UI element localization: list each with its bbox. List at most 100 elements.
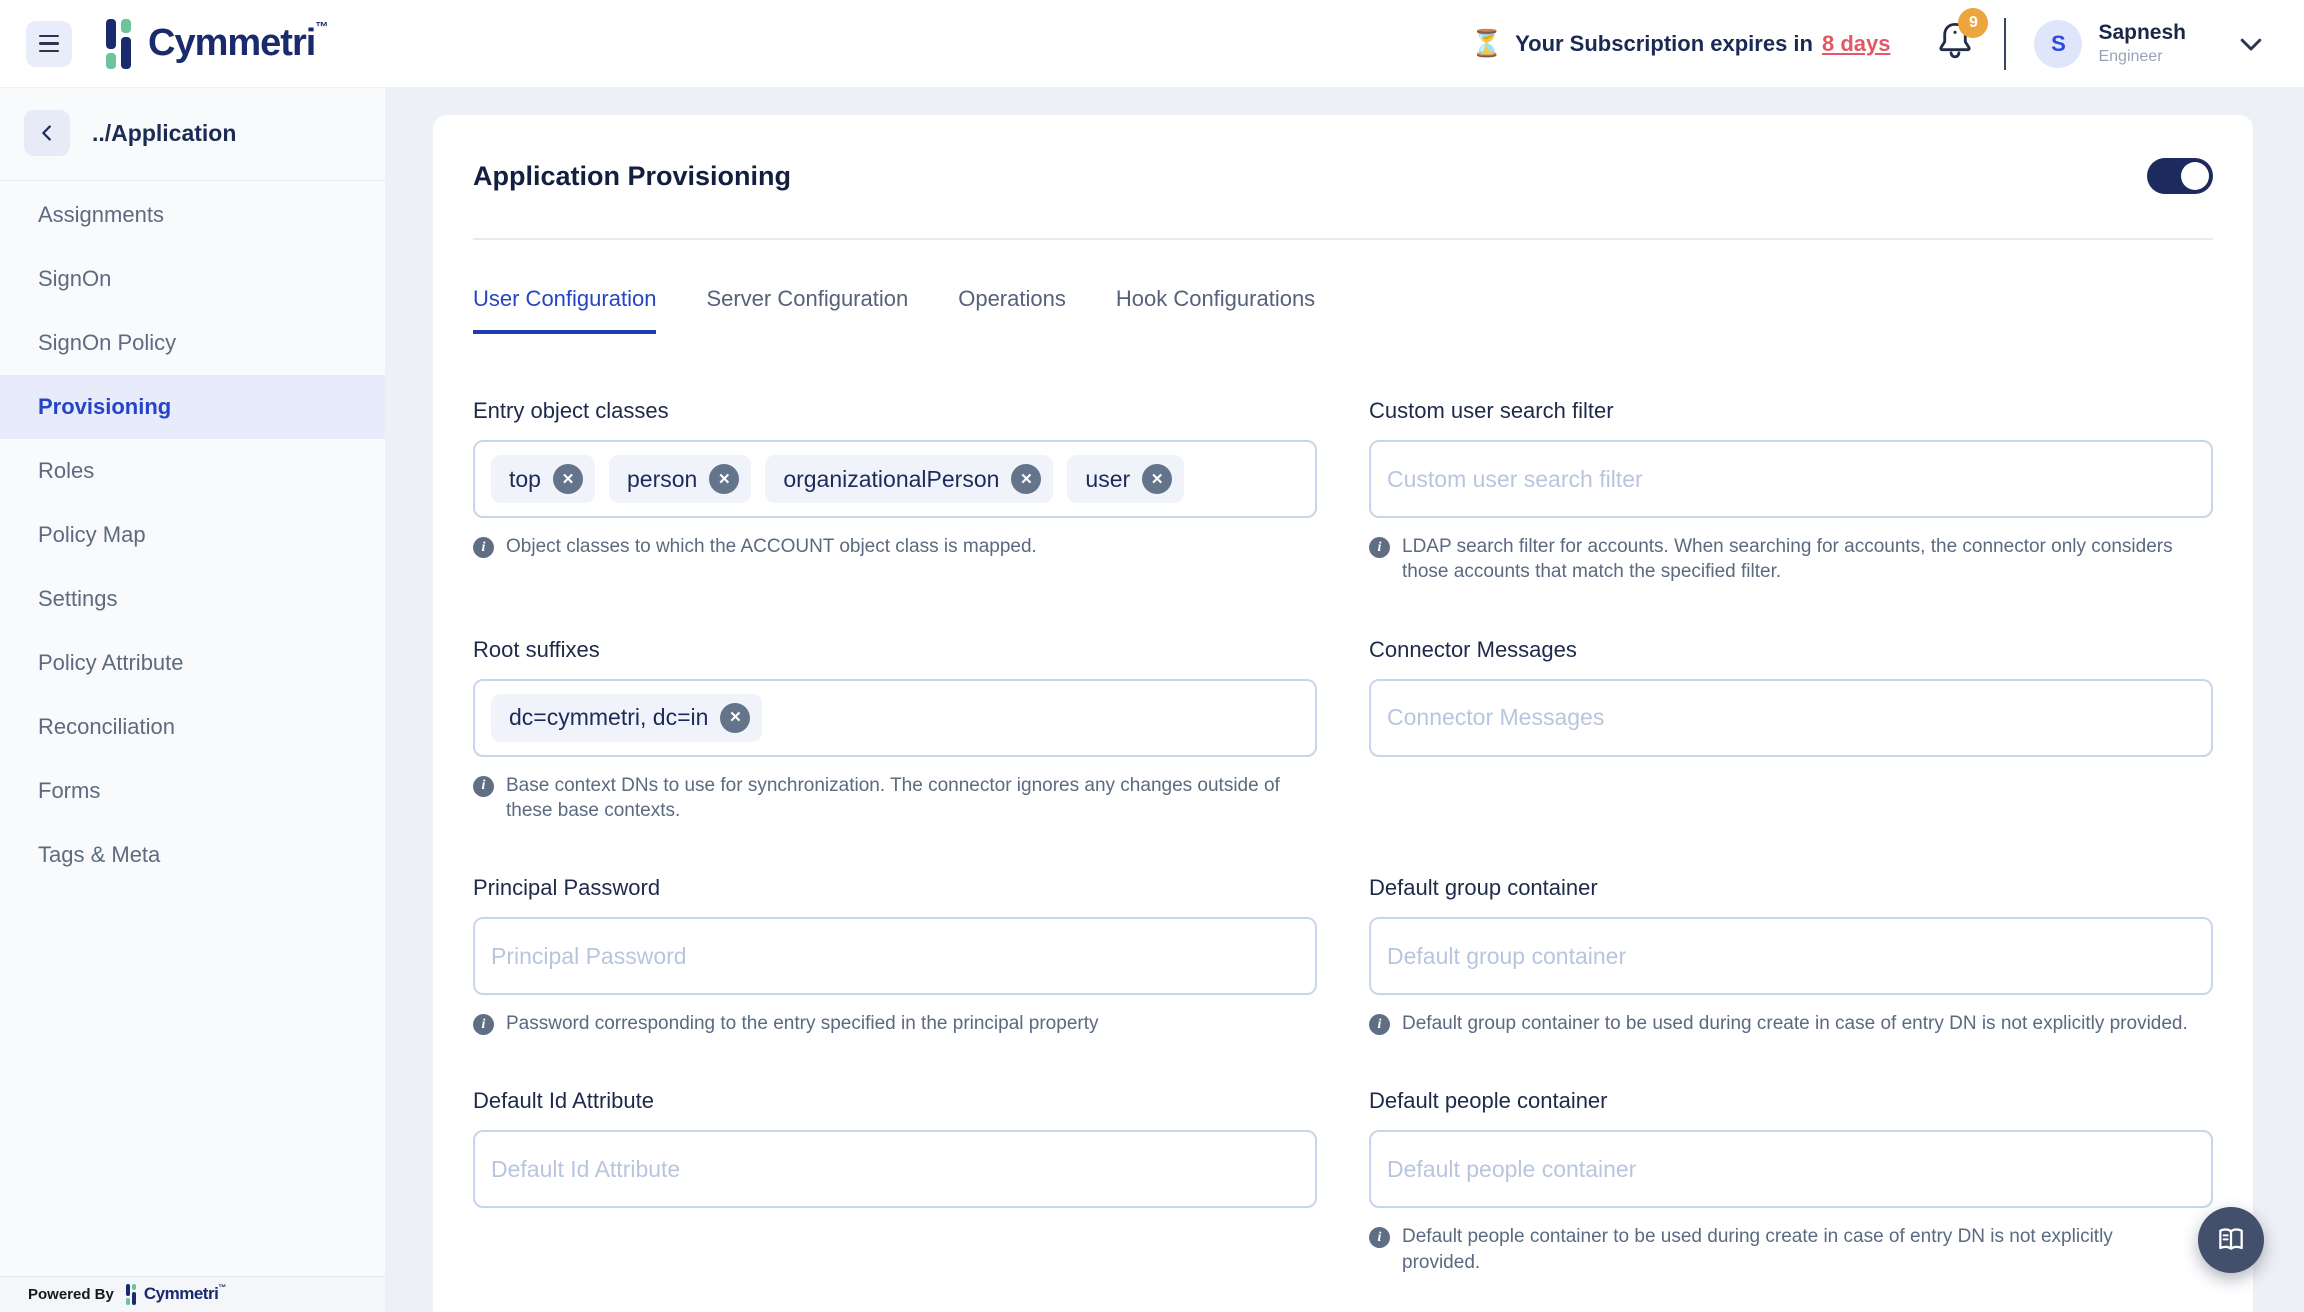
field-helper: iPassword corresponding to the entry spe… <box>473 1011 1317 1036</box>
back-button[interactable] <box>24 110 70 156</box>
hamburger-menu-button[interactable] <box>26 21 72 67</box>
sidebar: ../Application AssignmentsSignOnSignOn P… <box>0 88 385 1312</box>
sidebar-back-row: ../Application <box>0 88 385 180</box>
open-book-icon <box>2215 1224 2247 1256</box>
hourglass-icon: ⏳ <box>1471 28 1503 59</box>
user-menu-chevron-down-icon[interactable] <box>2236 29 2266 59</box>
powered-by-logo: Cymmetri ™ <box>126 1283 226 1306</box>
tag-remove-button[interactable]: ✕ <box>1011 464 1041 494</box>
sidebar-item-forms[interactable]: Forms <box>0 759 385 823</box>
connector-messages-input[interactable] <box>1387 704 2195 731</box>
default-group-container-input[interactable] <box>1387 943 2195 970</box>
field-label: Custom user search filter <box>1369 398 2213 424</box>
user-role: Engineer <box>2098 48 2186 66</box>
avatar[interactable]: S <box>2034 20 2082 68</box>
user-info: Sapnesh Engineer <box>2098 21 2186 67</box>
root-suffixes-tags-input[interactable]: dc=cymmetri, dc=in ✕ <box>473 679 1317 757</box>
documentation-fab-button[interactable] <box>2198 1207 2264 1273</box>
sidebar-item-settings[interactable]: Settings <box>0 567 385 631</box>
subscription-expiry-notice: ⏳ Your Subscription expires in 8 days <box>1471 28 1891 59</box>
field-label: Connector Messages <box>1369 637 2213 663</box>
sidebar-item-signon-policy[interactable]: SignOn Policy <box>0 311 385 375</box>
sidebar-item-assignments[interactable]: Assignments <box>0 183 385 247</box>
sidebar-item-signon[interactable]: SignOn <box>0 247 385 311</box>
top-header: Cymmetri ™ ⏳ Your Subscription expires i… <box>0 0 2304 88</box>
cymmetri-logo: Cymmetri ™ <box>106 17 328 71</box>
page-title: Application Provisioning <box>473 161 791 192</box>
helper-text: Password corresponding to the entry spec… <box>506 1011 1099 1036</box>
main-content-card: Application Provisioning User Configurat… <box>433 115 2253 1312</box>
principal-password-input[interactable] <box>491 943 1299 970</box>
powered-by-bar: Powered By Cymmetri ™ <box>0 1276 385 1312</box>
tag-label: person <box>627 466 697 493</box>
field-label: Root suffixes <box>473 637 1317 663</box>
field-helper: iBase context DNs to use for synchroniza… <box>473 773 1317 824</box>
field-helper: i Object classes to which the ACCOUNT obj… <box>473 534 1317 559</box>
provisioning-enabled-toggle[interactable] <box>2147 158 2213 194</box>
default-id-attribute-input[interactable] <box>491 1156 1299 1183</box>
powered-by-label: Powered By <box>28 1286 114 1303</box>
field-default-id-attribute: Default Id Attribute <box>473 1088 1317 1275</box>
tab-bar: User Configuration Server Configuration Op… <box>473 286 2213 334</box>
info-icon: i <box>473 776 494 797</box>
sidebar-item-policy-map[interactable]: Policy Map <box>0 503 385 567</box>
tag-label: top <box>509 466 541 493</box>
logo-trademark: ™ <box>315 19 328 34</box>
sidebar-item-tags-meta[interactable]: Tags & Meta <box>0 823 385 887</box>
powered-trademark: ™ <box>218 1283 226 1292</box>
subscription-days-link[interactable]: 8 days <box>1822 31 1891 57</box>
field-helper: i Default people container to be used dur… <box>1369 1224 2213 1275</box>
connector-messages-field <box>1369 679 2213 757</box>
helper-text: Default people container to be used duri… <box>1402 1224 2192 1275</box>
entry-object-classes-tags-input[interactable]: top✕person✕organizationalPerson✕user✕ <box>473 440 1317 518</box>
sidebar-item-policy-attribute[interactable]: Policy Attribute <box>0 631 385 695</box>
field-label: Principal Password <box>473 875 1317 901</box>
field-default-people-container: Default people containeriDefault people … <box>1369 1088 2213 1275</box>
cymmetri-logo-icon <box>106 19 142 71</box>
field-principal-password: Principal Password iPassword correspondin… <box>473 875 1317 1036</box>
tag-remove-button[interactable]: ✕ <box>720 703 750 733</box>
default-id-attribute-field <box>473 1130 1317 1208</box>
helper-text: Default group container to be used durin… <box>1402 1011 2188 1036</box>
field-helper: iDefault group container to be used duri… <box>1369 1011 2213 1036</box>
default-group-container-field <box>1369 917 2213 995</box>
helper-text: Object classes to which the ACCOUNT obje… <box>506 534 1037 559</box>
logo-brand-text: Cymmetri <box>148 17 315 69</box>
chevron-left-icon <box>36 122 58 144</box>
tab-operations[interactable]: Operations <box>958 286 1066 334</box>
tab-user-configuration[interactable]: User Configuration <box>473 286 656 334</box>
title-divider <box>473 238 2213 240</box>
helper-text: LDAP search filter for accounts. When se… <box>1402 534 2192 585</box>
tab-hook-configurations[interactable]: Hook Configurations <box>1116 286 1315 334</box>
tag-remove-button[interactable]: ✕ <box>553 464 583 494</box>
subscription-text: Your Subscription expires in <box>1515 31 1813 57</box>
info-icon: i <box>1369 1227 1390 1248</box>
sidebar-item-reconciliation[interactable]: Reconciliation <box>0 695 385 759</box>
tag-chip: person ✕ <box>609 455 751 503</box>
info-icon: i <box>473 537 494 558</box>
sidebar-divider <box>0 180 385 181</box>
sidebar-item-provisioning[interactable]: Provisioning <box>0 375 385 439</box>
tag-chip: top ✕ <box>491 455 595 503</box>
tag-remove-button[interactable]: ✕ <box>1142 464 1172 494</box>
tag-chip: user✕ <box>1067 455 1184 503</box>
tab-server-configuration[interactable]: Server Configuration <box>706 286 908 334</box>
tag-chip: dc=cymmetri, dc=in ✕ <box>491 694 762 742</box>
tag-label: organizationalPerson <box>783 466 999 493</box>
info-icon: i <box>1369 537 1390 558</box>
cymmetri-logo-icon <box>126 1284 141 1306</box>
breadcrumb[interactable]: ../Application <box>92 120 236 147</box>
header-divider <box>2004 18 2006 70</box>
tag-chip: organizationalPerson ✕ <box>765 455 1053 503</box>
custom-user-search-filter-field <box>1369 440 2213 518</box>
tag-remove-button[interactable]: ✕ <box>709 464 739 494</box>
sidebar-nav: AssignmentsSignOnSignOn PolicyProvisioni… <box>0 183 385 887</box>
notifications-button[interactable]: 9 <box>1936 20 1974 67</box>
tag-label: dc=cymmetri, dc=in <box>509 704 708 731</box>
toggle-knob <box>2181 162 2209 190</box>
field-helper: i LDAP search filter for accounts. When s… <box>1369 534 2213 585</box>
default-people-container-input[interactable] <box>1387 1156 2195 1183</box>
field-connector-messages: Connector Messages <box>1369 637 2213 824</box>
sidebar-item-roles[interactable]: Roles <box>0 439 385 503</box>
custom-user-search-filter-input[interactable] <box>1387 466 2195 493</box>
